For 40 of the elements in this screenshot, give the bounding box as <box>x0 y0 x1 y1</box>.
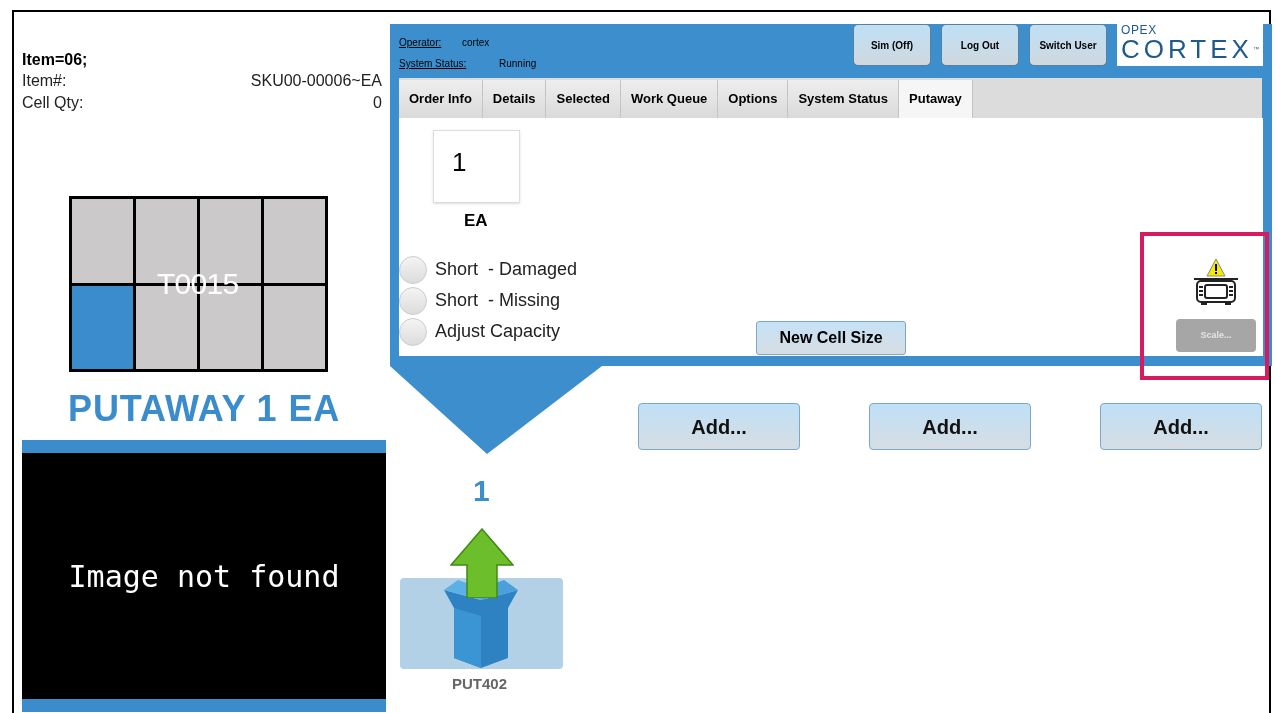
tab[interactable]: Order Info <box>399 80 483 118</box>
target-quantity: 1 <box>473 474 490 508</box>
tab[interactable]: Options <box>718 80 789 118</box>
tab[interactable]: System Status <box>788 80 899 118</box>
location-card[interactable] <box>400 578 563 669</box>
status-label: System Status: <box>399 57 468 71</box>
add-button[interactable]: Add... <box>869 403 1031 450</box>
header-button[interactable]: Sim (Off) <box>853 24 931 66</box>
tab[interactable]: Details <box>482 80 547 118</box>
add-button[interactable]: Add... <box>1100 403 1262 450</box>
new-cell-size-button[interactable]: New Cell Size <box>756 321 906 355</box>
option-label[interactable]: Short - Missing <box>435 287 561 314</box>
logo-brand: OPEX <box>1121 24 1157 36</box>
option-label[interactable]: Short - Damaged <box>435 256 578 283</box>
add-button[interactable]: Add... <box>638 403 800 450</box>
radio-button[interactable] <box>399 255 427 284</box>
status-value: cortex <box>462 36 490 50</box>
header-button[interactable]: Log Out <box>941 24 1019 66</box>
tab[interactable]: Putaway <box>899 80 973 118</box>
tab[interactable]: Work Queue <box>620 80 719 118</box>
field-value: SKU00-00006~EA <box>250 71 382 91</box>
quantity-field[interactable]: 1 <box>433 130 520 203</box>
radio-button[interactable] <box>399 317 427 346</box>
option-label[interactable]: Adjust Capacity <box>435 318 561 345</box>
up-arrow-icon <box>450 528 514 598</box>
putaway-instruction: PUTAWAY 1 EA <box>68 388 341 430</box>
item-title: Item=06; <box>22 50 88 70</box>
location-label: PUT402 <box>452 674 508 694</box>
field-label: Cell Qty: <box>22 93 84 113</box>
radio-button[interactable] <box>399 286 427 315</box>
field-value: 0 <box>373 93 382 113</box>
field-label: Item#: <box>22 71 67 91</box>
tab[interactable]: Selected <box>546 80 621 118</box>
scale-button: Scale... <box>1176 319 1256 352</box>
unit-label: EA <box>464 210 488 232</box>
logo-product: CORTEX <box>1121 36 1253 62</box>
status-value: Running <box>499 57 537 71</box>
image-message: Image not found <box>68 557 340 596</box>
header-button[interactable]: Switch User <box>1029 24 1107 66</box>
status-label: Operator: <box>399 36 443 50</box>
